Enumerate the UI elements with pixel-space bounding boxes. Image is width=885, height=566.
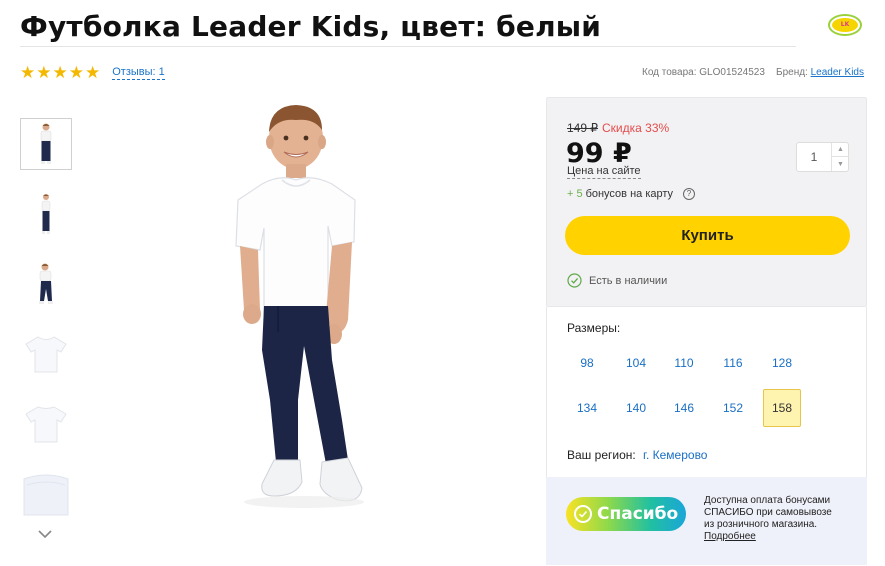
quantity-stepper[interactable]: 1 ▲ ▼ xyxy=(796,142,849,172)
chevron-down-icon[interactable] xyxy=(36,527,54,541)
page-title: Футболка Leader Kids, цвет: белый xyxy=(20,10,602,43)
quantity-increase-icon[interactable]: ▲ xyxy=(831,143,849,157)
star-icon: ★ xyxy=(36,63,52,82)
product-code-value: GLO01524523 xyxy=(699,67,765,78)
size-option-110[interactable]: 110 xyxy=(665,344,703,382)
stock-status-text: Есть в наличии xyxy=(589,274,668,287)
bonus-text: бонусов на карту xyxy=(585,188,674,200)
size-option-98[interactable]: 98 xyxy=(568,344,606,382)
size-option-104[interactable]: 104 xyxy=(617,344,655,382)
region-label: Ваш регион: xyxy=(567,448,636,462)
product-code-label: Код товара: xyxy=(642,67,697,78)
stock-status: Есть в наличии xyxy=(567,273,667,288)
brand-link[interactable]: Leader Kids xyxy=(811,67,864,78)
title-divider xyxy=(20,46,796,47)
region-selector: Ваш регион: г. Кемерово xyxy=(567,448,707,462)
star-icon: ★ xyxy=(85,63,101,82)
thumbnail-boy-side[interactable] xyxy=(20,258,72,310)
product-page: Футболка Leader Kids, цвет: белый LK ★ ★… xyxy=(0,0,885,566)
size-option-116[interactable]: 116 xyxy=(714,344,752,382)
thumbnail-gallery xyxy=(20,118,74,538)
size-option-128[interactable]: 128 xyxy=(763,344,801,382)
bonus-info: + 5 бонусов на карту ? xyxy=(567,188,696,200)
buy-button[interactable]: Купить xyxy=(565,216,850,255)
quantity-decrease-icon[interactable]: ▼ xyxy=(831,157,849,171)
spasibo-info: Доступна оплата бонусами СПАСИБО при сам… xyxy=(704,495,864,543)
reviews-link[interactable]: Отзывы: 1 xyxy=(112,66,165,80)
brand-logo[interactable]: LK xyxy=(828,14,862,36)
spasibo-more-link[interactable]: Подробнее xyxy=(704,531,864,543)
size-option-134[interactable]: 134 xyxy=(568,389,606,427)
size-option-158[interactable]: 158 xyxy=(763,389,801,427)
thumbnail-tshirt-fabric[interactable] xyxy=(20,468,72,520)
rating: ★ ★ ★ ★ ★ Отзывы: 1 xyxy=(20,64,165,81)
star-icon: ★ xyxy=(52,63,68,82)
main-product-image[interactable] xyxy=(214,100,424,518)
star-icon: ★ xyxy=(68,63,84,82)
bonus-amount: 5 xyxy=(576,188,583,200)
help-icon[interactable]: ? xyxy=(683,188,696,200)
star-icon: ★ xyxy=(20,63,36,82)
old-price: 149 ₽ xyxy=(567,121,598,135)
check-circle-icon xyxy=(567,273,582,288)
buy-box: 149 ₽ Скидка 33% 99 ₽ Цена на сайте + 5 … xyxy=(546,97,867,307)
product-meta: Код товара: GLO01524523 Бренд: Leader Ki… xyxy=(642,67,864,78)
thumbnail-tshirt-front[interactable] xyxy=(20,328,72,380)
spasibo-info-line3: из розничного магазина. xyxy=(704,519,818,530)
quantity-value[interactable]: 1 xyxy=(797,143,831,171)
discount-label: Скидка 33% xyxy=(602,121,670,135)
size-option-152[interactable]: 152 xyxy=(714,389,752,427)
spasibo-banner: Спасибо Доступна оплата бонусами СПАСИБО… xyxy=(546,477,867,565)
rating-stars: ★ ★ ★ ★ ★ xyxy=(20,64,100,81)
spasibo-info-line2: СПАСИБО при самовывозе xyxy=(704,507,832,518)
size-option-146[interactable]: 146 xyxy=(665,389,703,427)
price-note[interactable]: Цена на сайте xyxy=(567,165,641,179)
spasibo-logo-text: Спасибо xyxy=(597,504,679,524)
brand-logo-mark: LK xyxy=(832,18,858,32)
region-link[interactable]: г. Кемерово xyxy=(643,448,707,462)
size-option-140[interactable]: 140 xyxy=(617,389,655,427)
thumbnail-boy-front-2[interactable] xyxy=(20,188,72,240)
brand-label: Бренд: xyxy=(776,67,808,78)
bonus-plus: + xyxy=(567,188,574,200)
thumbnail-boy-front[interactable] xyxy=(20,118,72,170)
spasibo-logo: Спасибо xyxy=(566,497,686,531)
check-icon xyxy=(574,505,592,523)
sizes-panel: Размеры: 98 104 110 116 128 134 140 146 … xyxy=(546,307,867,477)
sizes-label: Размеры: xyxy=(567,321,621,335)
thumbnail-tshirt-back[interactable] xyxy=(20,398,72,450)
spasibo-info-line1: Доступна оплата бонусами xyxy=(704,495,831,506)
